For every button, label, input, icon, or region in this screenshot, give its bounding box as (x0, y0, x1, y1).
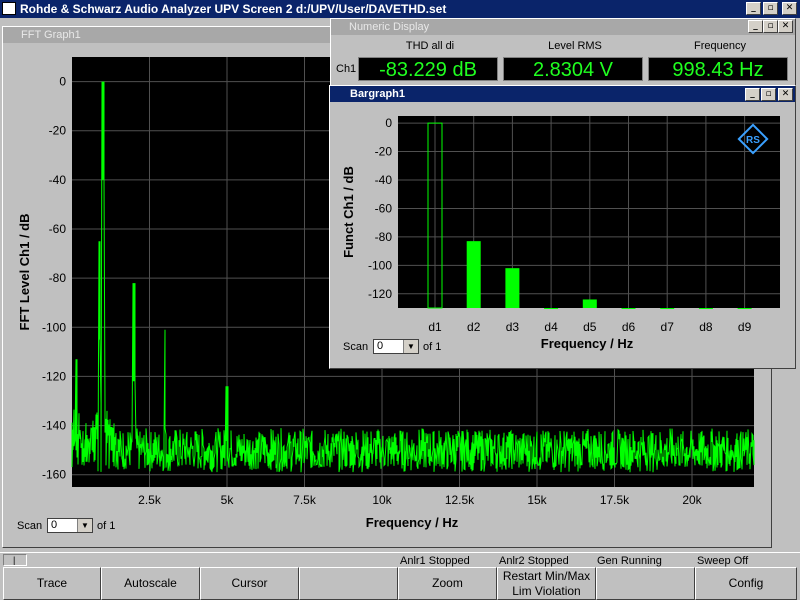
bargraph-panel: Bargraph1 _ ▫ ✕ (329, 85, 796, 369)
app-icon (2, 2, 16, 15)
close-icon[interactable]: ✕ (778, 88, 793, 101)
empty-softkey-4[interactable] (299, 567, 398, 600)
level-rms-readout: 2.8304 V (503, 57, 643, 81)
close-icon[interactable]: ✕ (782, 2, 797, 15)
maximize-icon[interactable]: ▫ (763, 20, 778, 33)
empty-softkey-7[interactable] (596, 567, 695, 600)
bargraph-panel-title: Bargraph1 (330, 86, 795, 102)
thd-header: THD all di (405, 40, 455, 52)
fft-scan-select[interactable]: 0 ▼ (47, 518, 93, 533)
trace-button[interactable]: Trace (3, 567, 101, 600)
bar-scan-select[interactable]: 0 ▼ (373, 339, 419, 354)
config-button[interactable]: Config (695, 567, 797, 600)
cursor-button[interactable]: Cursor (200, 567, 299, 600)
minimize-icon[interactable]: _ (745, 88, 760, 101)
fft-scan-label: Scan (17, 520, 43, 532)
generator-status: Gen Running (597, 555, 662, 567)
bar-scan-of: of 1 (423, 341, 442, 353)
autoscale-button[interactable]: Autoscale (101, 567, 200, 600)
maximize-icon[interactable]: ▫ (761, 88, 776, 101)
thd-readout: -83.229 dB (358, 57, 498, 81)
channel-label: Ch1 (336, 63, 357, 75)
bar-scan-label: Scan (343, 341, 369, 353)
sweep-status: Sweep Off (697, 555, 749, 567)
analyzer1-status: Anlr1 Stopped (400, 555, 470, 567)
status-indicator: | (3, 554, 27, 566)
window-title: Rohde & Schwarz Audio Analyzer UPV Scree… (20, 2, 447, 16)
bar-scan-control: Scan 0 ▼ of 1 (343, 339, 463, 355)
close-icon[interactable]: ✕ (778, 20, 793, 33)
analyzer2-status: Anlr2 Stopped (499, 555, 569, 567)
fft-scan-of: of 1 (97, 520, 116, 532)
numeric-panel-title: Numeric Display (331, 19, 795, 35)
frequency-readout: 998.43 Hz (648, 57, 788, 81)
zoom-button[interactable]: Zoom (398, 567, 497, 600)
window-title-bar: Rohde & Schwarz Audio Analyzer UPV Scree… (0, 0, 800, 18)
maximize-icon[interactable]: ▫ (763, 2, 778, 15)
chevron-down-icon[interactable]: ▼ (77, 519, 92, 532)
chevron-down-icon[interactable]: ▼ (403, 340, 418, 353)
minimize-icon[interactable]: _ (746, 2, 761, 15)
frequency-header: Frequency (694, 40, 746, 52)
restart-min-max-button[interactable]: Restart Min/Max Lim Violation (497, 567, 596, 600)
fft-scan-control: Scan 0 ▼ of 1 (17, 518, 137, 534)
level-rms-header: Level RMS (548, 40, 602, 52)
minimize-icon[interactable]: _ (748, 20, 763, 33)
